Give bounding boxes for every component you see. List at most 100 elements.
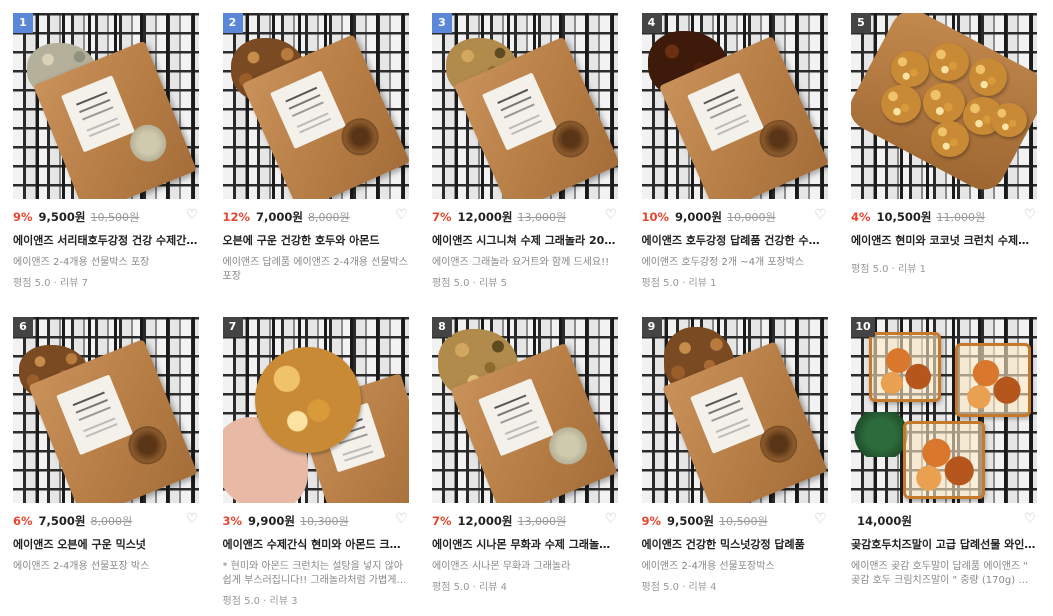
product-description: 에이앤즈 2-4개용 선물박스 포장	[13, 257, 150, 268]
discount-rate: 9%	[13, 210, 33, 224]
product-card[interactable]: 9 ♡ 9% 9,500원 10,500원 에이앤즈 건강한 믹스넛강정 답례품…	[641, 317, 828, 613]
product-description: * 현미와 아몬드 크런치는 설탕을 넣지 않아 쉽게 부스러집니다!! 그래놀…	[222, 561, 403, 586]
heart-icon[interactable]: ♡	[604, 512, 618, 526]
product-title[interactable]: 에이앤즈 서리태호두강정 건강 수제간식...	[13, 232, 199, 248]
heart-icon[interactable]: ♡	[395, 512, 409, 526]
product-image[interactable]: 10	[851, 317, 1037, 503]
sale-price: 7,500원	[38, 514, 86, 528]
heart-icon[interactable]: ♡	[814, 208, 828, 222]
product-image[interactable]: 4	[641, 13, 828, 199]
rank-badge: 10	[851, 317, 875, 337]
sale-price: 9,500원	[38, 210, 86, 224]
sale-price: 9,900원	[248, 514, 295, 528]
discount-rate: 9%	[641, 514, 662, 528]
product-title[interactable]: 곶감호두치즈말이 고급 답례선물 와인안...	[851, 536, 1037, 552]
price-row: 4% 10,500원 11,000원	[851, 209, 1037, 225]
original-price: 10,000원	[727, 211, 776, 224]
sale-price: 12,000원	[457, 210, 513, 224]
product-title[interactable]: 에이앤즈 수제간식 현미와 아몬드 크런치	[223, 536, 409, 552]
price-row: 10% 9,000원 10,000원	[642, 209, 828, 225]
rank-badge: 9	[641, 317, 662, 337]
discount-rate: 10%	[641, 210, 670, 224]
product-title[interactable]: 에이앤즈 건강한 믹스넛강정 답례품	[642, 536, 828, 552]
heart-icon[interactable]: ♡	[185, 208, 199, 222]
price-row: 12% 7,000원 8,000원	[223, 209, 409, 225]
product-title[interactable]: 에이앤즈 오븐에 구운 믹스넛	[13, 536, 199, 552]
sale-price: 14,000원	[857, 514, 912, 528]
discount-rate: 4%	[851, 210, 871, 224]
product-title[interactable]: 오븐에 구운 건강한 호두와 아몬드	[223, 232, 409, 248]
product-image[interactable]: 7	[222, 317, 409, 503]
original-price: 11,000원	[936, 211, 986, 224]
rank-badge: 3	[432, 13, 452, 33]
product-description: 에이앤즈 호두강정 2개 ~4개 포장박스	[641, 257, 805, 268]
product-card[interactable]: 1 ♡ 9% 9,500원 10,500원 에이앤즈 서리태호두강정 건강 수제…	[13, 13, 199, 309]
sale-price: 9,500원	[667, 514, 714, 528]
price-row: 14,000원	[851, 513, 1037, 529]
rank-badge: 7	[222, 317, 243, 337]
rating-review: 평점 5.0 · 리뷰 7	[13, 278, 88, 289]
rank-badge: 1	[13, 13, 33, 33]
sale-price: 10,500원	[876, 210, 932, 224]
heart-icon[interactable]: ♡	[185, 512, 199, 526]
price-row: 9% 9,500원 10,500원	[13, 209, 199, 225]
rating-review: 평점 5.0 · 리뷰 1	[641, 278, 717, 289]
product-description: 에이앤즈 답례품 에이앤즈 2-4개용 선물박스 포장	[222, 257, 408, 282]
original-price: 10,500원	[90, 211, 140, 224]
original-price: 10,500원	[719, 515, 768, 528]
heart-icon[interactable]: ♡	[1023, 512, 1037, 526]
discount-rate: 3%	[222, 514, 243, 528]
rank-badge: 2	[222, 13, 243, 33]
product-image[interactable]: 5	[851, 13, 1037, 199]
product-description: 에이앤즈 그래놀라 요거트와 함께 드세요!!	[432, 257, 610, 268]
product-card[interactable]: 7 ♡ 3% 9,900원 10,300원 에이앤즈 수제간식 현미와 아몬드 …	[222, 317, 409, 613]
product-grid: 1 ♡ 9% 9,500원 10,500원 에이앤즈 서리태호두강정 건강 수제…	[13, 13, 1037, 613]
heart-icon[interactable]: ♡	[395, 208, 409, 222]
product-card[interactable]: 10 ♡ 14,000원 곶감호두치즈말이 고급 답례선물 와인안... 에이앤…	[851, 317, 1037, 613]
sale-price: 9,000원	[675, 210, 722, 224]
heart-icon[interactable]: ♡	[604, 208, 618, 222]
product-card[interactable]: 8 ♡ 7% 12,000원 13,000원 에이앤즈 시나몬 무화과 수제 그…	[432, 317, 618, 613]
product-title[interactable]: 에이앤즈 시그니쳐 수제 그래놀라 200g	[432, 232, 618, 248]
price-row: 9% 9,500원 10,500원	[642, 513, 828, 529]
sale-price: 12,000원	[457, 514, 513, 528]
product-card[interactable]: 4 ♡ 10% 9,000원 10,000원 에이앤즈 호두강정 답례품 건강한…	[641, 13, 828, 309]
price-row: 3% 9,900원 10,300원	[223, 513, 409, 529]
rank-badge: 8	[432, 317, 452, 337]
product-image[interactable]: 8	[432, 317, 618, 503]
price-row: 6% 7,500원 8,000원	[13, 513, 199, 529]
product-description: 에이앤즈 2-4개용 선물포장 박스	[13, 561, 150, 572]
discount-rate: 6%	[13, 514, 33, 528]
discount-rate: 7%	[432, 210, 452, 224]
original-price: 13,000원	[517, 211, 567, 224]
rating-review: 평점 5.0 · 리뷰 4	[641, 582, 717, 593]
product-image[interactable]: 1	[13, 13, 199, 199]
product-image[interactable]: 3	[432, 13, 618, 199]
product-card[interactable]: 2 ♡ 12% 7,000원 8,000원 오븐에 구운 건강한 호두와 아몬드…	[222, 13, 409, 309]
original-price: 10,300원	[300, 515, 349, 528]
product-description: 에이앤즈 곶감 호두말이 답례품 에이앤즈 " 곶감 호두 크림치즈말이 " 중…	[851, 561, 1037, 586]
rating-review: 평점 5.0 · 리뷰 1	[851, 264, 926, 275]
product-title[interactable]: 에이앤즈 호두강정 답례품 건강한 수제 ...	[642, 232, 828, 248]
rating-review: 평점 5.0 · 리뷰 3	[222, 596, 298, 607]
rating-review: 평점 5.0 · 리뷰 4	[432, 582, 507, 593]
price-row: 7% 12,000원 13,000원	[432, 513, 618, 529]
product-card[interactable]: 3 ♡ 7% 12,000원 13,000원 에이앤즈 시그니쳐 수제 그래놀라…	[432, 13, 618, 309]
product-title[interactable]: 에이앤즈 시나몬 무화과 수제 그래놀라 ...	[432, 536, 618, 552]
heart-icon[interactable]: ♡	[1023, 208, 1037, 222]
product-card[interactable]: 6 ♡ 6% 7,500원 8,000원 에이앤즈 오븐에 구운 믹스넛 에이앤…	[13, 317, 199, 613]
discount-rate: 12%	[222, 210, 251, 224]
rating-review: 평점 5.0 · 리뷰 5	[432, 278, 507, 289]
rank-badge: 6	[13, 317, 33, 337]
original-price: 13,000원	[517, 515, 567, 528]
sale-price: 7,000원	[256, 210, 303, 224]
product-image[interactable]: 9	[641, 317, 828, 503]
heart-icon[interactable]: ♡	[814, 512, 828, 526]
price-row: 7% 12,000원 13,000원	[432, 209, 618, 225]
rank-badge: 5	[851, 13, 871, 33]
product-card[interactable]: 5 ♡ 4% 10,500원 11,000원 에이앤즈 현미와 코코넛 크런치 …	[851, 13, 1037, 309]
product-image[interactable]: 6	[13, 317, 199, 503]
product-title[interactable]: 에이앤즈 현미와 코코넛 크런치 수제간식	[851, 232, 1037, 248]
product-image[interactable]: 2	[222, 13, 409, 199]
original-price: 8,000원	[308, 211, 350, 224]
